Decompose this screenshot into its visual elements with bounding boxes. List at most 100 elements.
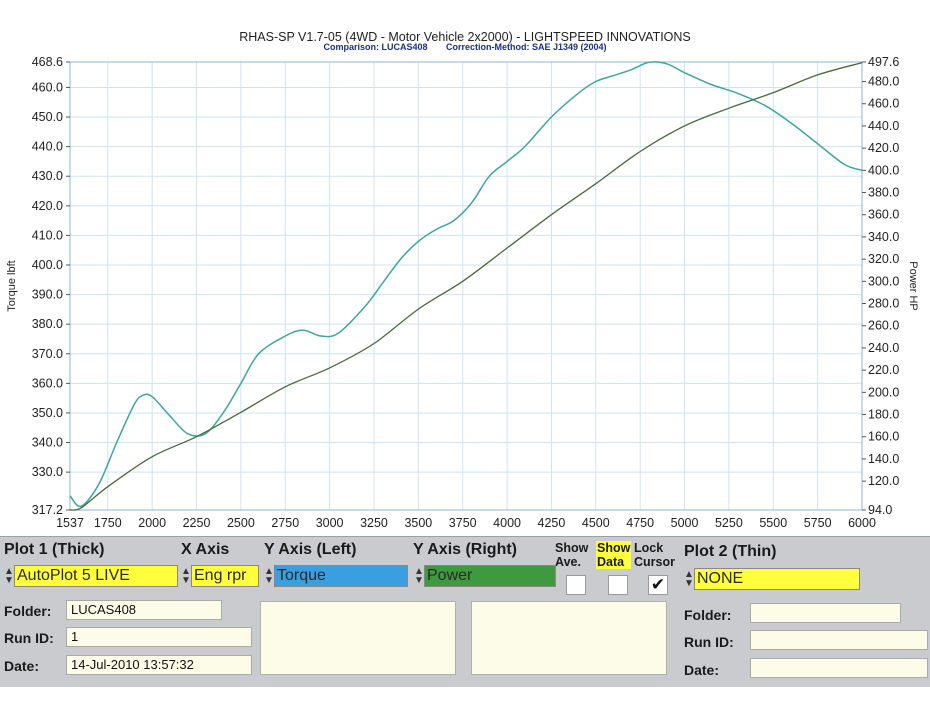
show-ave-label: Show Ave.	[555, 541, 588, 569]
y-left-tick-label: 420.0	[32, 199, 63, 213]
y-left-tick-label: 390.0	[32, 288, 63, 302]
y-right-tick-label: 300.0	[868, 274, 899, 288]
show-ave-checkbox[interactable]	[566, 575, 586, 595]
lock-cursor-label-line2: Cursor	[634, 555, 675, 569]
x-tick-label: 5000	[671, 516, 699, 530]
y-axis-right-select[interactable]: Power	[424, 565, 556, 587]
y-left-tick-label: 468.6	[32, 55, 63, 69]
x-tick-label: 3250	[360, 516, 388, 530]
chart-grid	[69, 61, 863, 511]
run-id-field: 1	[66, 627, 252, 647]
x-tick-label: 1750	[94, 516, 122, 530]
y-axis-left-header: Y Axis (Left)	[264, 541, 357, 558]
y-right-tick-label: 440.0	[868, 119, 899, 133]
y-right-tick-label: 480.0	[868, 75, 899, 89]
plot2-notes-box	[471, 601, 667, 675]
x-tick-label: 4000	[493, 516, 521, 530]
run-id2-field	[750, 630, 928, 650]
y-left-tick-label: 410.0	[32, 228, 63, 242]
y-left-spinner-icon[interactable]: ▲ ▼	[264, 567, 274, 586]
y-left-tick-label: 380.0	[32, 317, 63, 331]
y-axis-left-label: Torque lbft	[6, 260, 18, 311]
y-axis-right-label: Power HP	[907, 261, 919, 311]
y-right-tick-label: 260.0	[868, 319, 899, 333]
plot-control-panel: Plot 1 (Thick) X Axis Y Axis (Left) Y Ax…	[0, 536, 930, 687]
x-tick-label: 3000	[316, 516, 344, 530]
date2-label: Date:	[684, 662, 720, 678]
x-tick-label: 4750	[626, 516, 654, 530]
x-tick-label: 2250	[183, 516, 211, 530]
show-ave-label-line1: Show	[555, 541, 589, 555]
y-right-tick-label: 360.0	[868, 208, 899, 222]
y-right-tick-label: 497.6	[868, 55, 899, 69]
y-right-tick-label: 240.0	[868, 341, 899, 355]
run-id2-label: Run ID:	[684, 634, 734, 650]
lock-cursor-label-line1: Lock	[634, 541, 664, 555]
x-tick-label: 2000	[138, 516, 166, 530]
x-tick-label: 6000	[848, 516, 876, 530]
dyno-chart: 1537 1750 2000 2250 2500 2750 3000 3250 3500 3750…	[6, 55, 919, 530]
plot2-select[interactable]: NONE	[694, 568, 860, 590]
show-data-checkbox[interactable]	[608, 575, 628, 595]
y-right-tick-label: 280.0	[868, 297, 899, 311]
plot1-spinner-icon[interactable]: ▲ ▼	[4, 567, 14, 586]
y-right-tick-label: 340.0	[868, 230, 899, 244]
date-field: 14-Jul-2010 13:57:32	[66, 655, 252, 675]
y-left-tick-label: 460.0	[32, 80, 63, 94]
y-right-tick-label: 140.0	[868, 452, 899, 466]
y-right-tick-label: 320.0	[868, 252, 899, 266]
y-right-tick-label: 380.0	[868, 186, 899, 200]
plot1-notes-box	[260, 601, 456, 675]
y-left-tick-label: 317.2	[32, 503, 63, 517]
show-ave-label-line2: Ave.	[555, 555, 581, 569]
y-axis-right-header: Y Axis (Right)	[413, 541, 518, 558]
folder2-field	[750, 603, 901, 623]
y-right-tick-label: 94.0	[868, 503, 892, 517]
y-right-tick-label: 220.0	[868, 363, 899, 377]
plot2-header: Plot 2 (Thin)	[684, 543, 777, 560]
date-label: Date:	[4, 658, 40, 674]
x-tick-label: 5750	[804, 516, 832, 530]
y-left-tick-label: 440.0	[32, 140, 63, 154]
run-id-label: Run ID:	[4, 630, 54, 646]
x-tick-label: 5500	[759, 516, 787, 530]
y-right-spinner-icon[interactable]: ▲ ▼	[414, 567, 424, 586]
y-left-tick-label: 330.0	[32, 465, 63, 479]
y-right-tick-label: 420.0	[868, 141, 899, 155]
date2-field	[750, 658, 928, 678]
x-tick-label: 2750	[271, 516, 299, 530]
y-right-tick-label: 180.0	[868, 408, 899, 422]
lock-cursor-label: Lock Cursor	[634, 541, 675, 569]
y-right-tick-label: 200.0	[868, 385, 899, 399]
plot1-header: Plot 1 (Thick)	[4, 541, 105, 558]
y-left-tick-label: 360.0	[32, 376, 63, 390]
x-axis-header: X Axis	[181, 541, 230, 558]
x-tick-label: 3750	[449, 516, 477, 530]
folder-field: LUCAS408	[66, 600, 222, 620]
folder2-label: Folder:	[684, 607, 732, 623]
x-tick-label: 4500	[582, 516, 610, 530]
x-axis-spinner-icon[interactable]: ▲ ▼	[181, 567, 191, 586]
y-left-tick-label: 350.0	[32, 406, 63, 420]
plot1-select[interactable]: AutoPlot 5 LIVE	[14, 565, 178, 587]
plot2-spinner-icon[interactable]: ▲ ▼	[684, 570, 694, 589]
y-right-tick-label: 120.0	[868, 474, 899, 488]
show-data-label: Show Data	[596, 541, 632, 569]
y-right-tick-label: 400.0	[868, 163, 899, 177]
tick-labels: 1537 1750 2000 2250 2500 2750 3000 3250 3500 3750…	[32, 55, 900, 530]
y-left-tick-label: 450.0	[32, 110, 63, 124]
y-axis-left-select[interactable]: Torque	[274, 565, 408, 587]
y-left-tick-label: 340.0	[32, 436, 63, 450]
y-left-tick-label: 370.0	[32, 347, 63, 361]
x-tick-label: 4250	[538, 516, 566, 530]
y-left-tick-label: 430.0	[32, 169, 63, 183]
show-data-label-line2: Data	[597, 555, 625, 569]
y-left-tick-label: 400.0	[32, 258, 63, 272]
y-right-tick-label: 160.0	[868, 430, 899, 444]
power-line	[69, 62, 863, 511]
x-axis-select[interactable]: Eng rpr	[191, 565, 259, 587]
x-tick-label: 1537	[56, 516, 84, 530]
lock-cursor-checkbox[interactable]: ✔	[648, 575, 668, 595]
x-tick-label: 5250	[715, 516, 743, 530]
folder-label: Folder:	[4, 603, 52, 619]
